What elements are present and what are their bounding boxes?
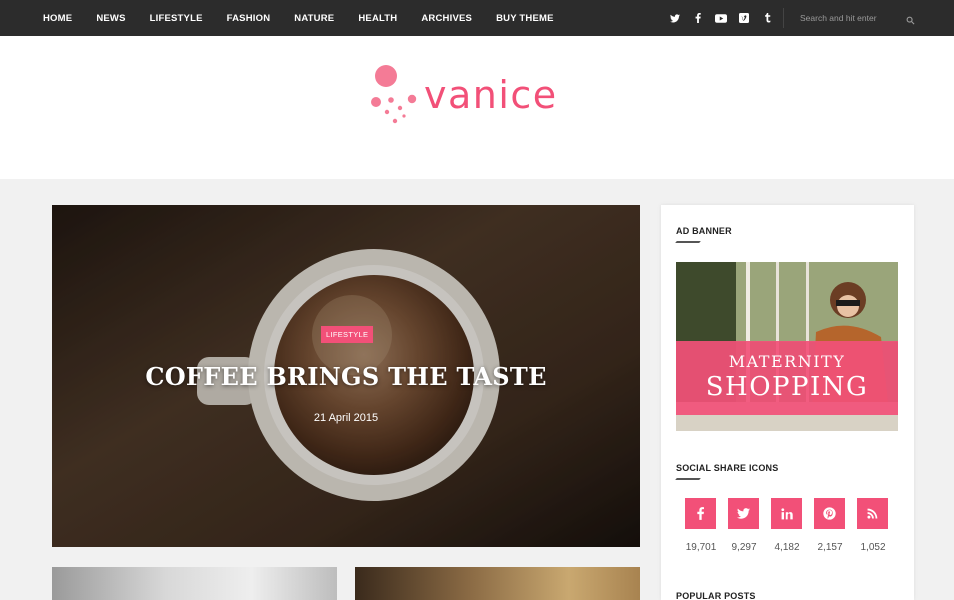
site-logo[interactable]: vanice <box>366 62 596 132</box>
share-twitter-button[interactable] <box>728 498 759 529</box>
nav-news[interactable]: NEWS <box>96 13 125 24</box>
logo-dots-icon <box>371 65 417 124</box>
share-linkedin-button[interactable] <box>771 498 802 529</box>
vimeo-icon[interactable] <box>736 10 752 26</box>
pinterest-icon <box>823 507 836 520</box>
site-header: vanice <box>0 36 954 179</box>
nav-archives[interactable]: ARCHIVES <box>421 13 472 24</box>
twitter-icon <box>737 508 750 519</box>
ad-headline-small: MATERNITY <box>728 352 846 371</box>
main-menu: HOME NEWS LIFESTYLE FASHION NATURE HEALT… <box>31 0 566 36</box>
ad-title-underline <box>675 241 701 243</box>
featured-post-title[interactable]: COFFEE BRINGS THE TASTE <box>52 362 640 391</box>
nav-buy-theme[interactable]: BUY THEME <box>496 13 554 24</box>
tumblr-icon[interactable] <box>759 10 775 26</box>
sidebar: AD BANNER MATERNITY SHOPPING SOCIAL SHAR… <box>661 205 914 600</box>
twitter-icon[interactable] <box>667 10 683 26</box>
search-input[interactable] <box>800 9 900 27</box>
ad-banner-image[interactable]: MATERNITY SHOPPING <box>676 262 898 431</box>
linkedin-icon <box>780 507 793 519</box>
ad-pink-banner: MATERNITY SHOPPING <box>676 341 898 415</box>
youtube-icon[interactable] <box>713 10 729 26</box>
ad-headline-large: SHOPPING <box>705 372 869 402</box>
share-facebook-button[interactable] <box>685 498 716 529</box>
facebook-icon <box>697 507 704 520</box>
rss-icon <box>867 508 878 519</box>
post-thumbnail-2[interactable] <box>355 567 640 600</box>
header-divider <box>783 8 784 28</box>
share-rss-button[interactable] <box>857 498 888 529</box>
search-icon[interactable] <box>906 12 918 25</box>
popular-posts-title: POPULAR POSTS <box>676 591 756 600</box>
nav-lifestyle[interactable]: LIFESTYLE <box>150 13 203 24</box>
category-badge[interactable]: LIFESTYLE <box>321 326 374 343</box>
rss-share-count: 1,052 <box>860 542 886 553</box>
nav-nature[interactable]: NATURE <box>294 13 334 24</box>
header-social-links <box>667 0 782 36</box>
nav-fashion[interactable]: FASHION <box>227 13 271 24</box>
featured-post-date: 21 April 2015 <box>313 412 379 424</box>
logo-text: vanice <box>424 73 558 117</box>
nav-home[interactable]: HOME <box>43 13 72 24</box>
nav-health[interactable]: HEALTH <box>358 13 397 24</box>
ad-banner-title: AD BANNER <box>676 226 732 236</box>
post-thumbnail-1[interactable] <box>52 567 337 600</box>
share-pinterest-button[interactable] <box>814 498 845 529</box>
social-share-title: SOCIAL SHARE ICONS <box>676 463 779 473</box>
top-navigation-bar: HOME NEWS LIFESTYLE FASHION NATURE HEALT… <box>0 0 954 36</box>
social-title-underline <box>675 478 701 480</box>
facebook-icon[interactable] <box>690 10 706 26</box>
